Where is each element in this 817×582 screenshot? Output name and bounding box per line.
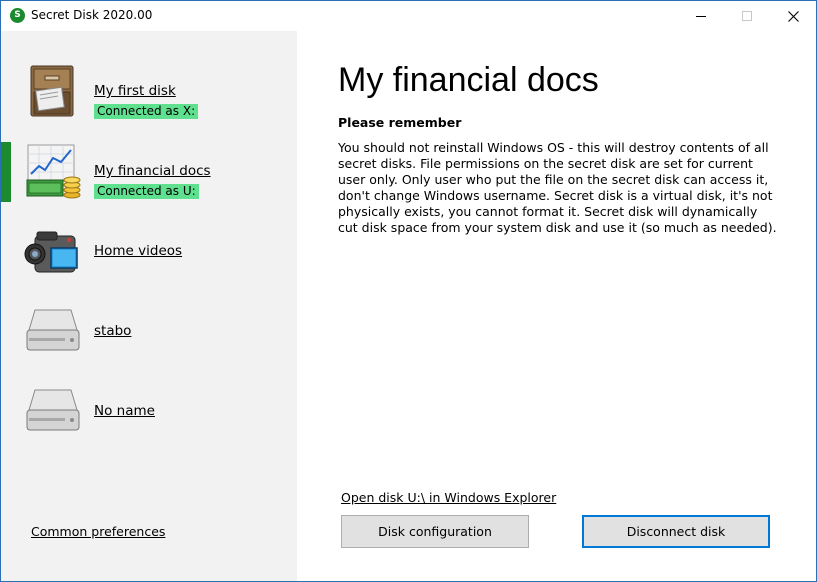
- maximize-icon: [742, 11, 752, 21]
- close-button[interactable]: [770, 1, 816, 31]
- page-title: My financial docs: [338, 61, 599, 99]
- disk-name[interactable]: No name: [94, 403, 155, 419]
- disk-status-badge: Connected as X:: [94, 104, 199, 119]
- disk-name[interactable]: My first disk: [94, 83, 176, 99]
- hard-drive-icon: [26, 309, 80, 351]
- title-bar: S Secret Disk 2020.00: [1, 1, 816, 31]
- disk-item-home-videos[interactable]: Home videos: [1, 222, 297, 302]
- minimize-button[interactable]: [678, 1, 724, 31]
- disconnect-disk-button[interactable]: Disconnect disk: [582, 515, 770, 548]
- app-logo-icon: S: [10, 8, 25, 23]
- money-chart-icon: [26, 144, 81, 199]
- disk-status-badge: Connected as U:: [94, 184, 199, 199]
- disk-item-my-financial-docs[interactable]: My financial docs Connected as U:: [1, 142, 297, 222]
- video-camera-icon: [24, 231, 78, 273]
- info-text: You should not reinstall Windows OS - th…: [338, 140, 777, 235]
- common-preferences-link[interactable]: Common preferences: [31, 524, 165, 539]
- window-title: Secret Disk 2020.00: [31, 8, 153, 22]
- disk-name[interactable]: My financial docs: [94, 163, 211, 179]
- disk-name[interactable]: Home videos: [94, 243, 182, 259]
- main-panel: My financial docs Please remember You sh…: [297, 31, 816, 581]
- app-window: S Secret Disk 2020.00 My first disk Conn…: [0, 0, 817, 582]
- selection-indicator: [1, 142, 11, 202]
- cabinet-icon: [30, 65, 74, 117]
- open-in-explorer-link[interactable]: Open disk U:\ in Windows Explorer: [341, 490, 556, 505]
- disk-item-stabo[interactable]: stabo: [1, 302, 297, 382]
- disk-configuration-button[interactable]: Disk configuration: [341, 515, 529, 548]
- close-icon: [787, 10, 799, 22]
- disk-item-no-name[interactable]: No name: [1, 382, 297, 462]
- disk-name[interactable]: stabo: [94, 323, 131, 339]
- minimize-icon: [696, 15, 706, 17]
- maximize-button[interactable]: [724, 1, 770, 31]
- hard-drive-icon: [26, 389, 80, 431]
- sidebar: My first disk Connected as X: My financi…: [1, 31, 297, 581]
- disk-item-my-first-disk[interactable]: My first disk Connected as X:: [1, 62, 297, 142]
- remember-heading: Please remember: [338, 115, 462, 130]
